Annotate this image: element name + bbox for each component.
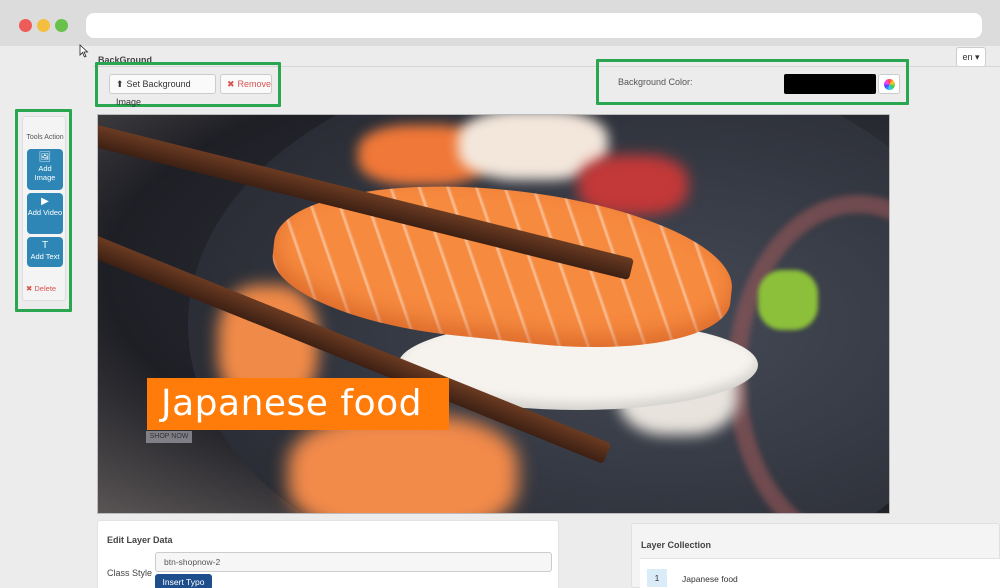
address-bar[interactable] [86, 13, 982, 38]
browser-titlebar [0, 0, 1000, 46]
minimize-window-button[interactable] [37, 19, 50, 32]
shop-now-layer[interactable]: SHOP NOW [146, 431, 192, 443]
layer-index: 1 [647, 569, 667, 587]
set-background-image-button[interactable]: ⬆ Set Background Image [109, 74, 216, 107]
layer-collection-title: Layer Collection [641, 540, 712, 550]
chevron-down-icon: ▾ [975, 52, 980, 62]
video-icon: ▶ [41, 196, 49, 207]
remove-background-label: Remove [237, 79, 272, 89]
class-style-label: Class Style [107, 568, 153, 578]
class-style-input[interactable]: btn-shopnow-2 [155, 552, 552, 572]
wasabi [758, 270, 818, 330]
edit-layer-panel: Edit Layer Data Class Style btn-shopnow-… [97, 520, 559, 588]
slide-canvas[interactable]: Japanese food SHOP NOW [97, 114, 890, 514]
x-icon: ✖ [227, 79, 235, 89]
caption-layer[interactable]: Japanese food [147, 378, 449, 430]
add-text-button[interactable]: T Add Text [27, 237, 63, 267]
upload-icon: ⬆ [116, 79, 124, 89]
background-color-label: Background Color: [618, 77, 693, 87]
tools-action-title: Tools Action [26, 134, 64, 141]
image-icon: 🖼 [38, 152, 52, 163]
maximize-window-button[interactable] [55, 19, 68, 32]
language-value: en [962, 52, 973, 62]
edit-layer-title: Edit Layer Data [107, 535, 173, 545]
color-wheel-icon [884, 79, 895, 90]
background-color-input[interactable] [784, 74, 876, 94]
tools-action-panel: Tools Action 🖼 Add Image ▶ Add Video T A… [22, 116, 66, 301]
add-video-label: Add Video [27, 208, 63, 217]
add-image-label: Add Image [34, 164, 56, 182]
color-picker-button[interactable] [878, 74, 900, 94]
layer-collection-panel: Layer Collection 1 Japanese food [631, 523, 1000, 588]
browser-window: BackGround en ▾ ⬆ Set Background Image ✖ R… [0, 0, 1000, 588]
language-dropdown[interactable]: en ▾ [956, 47, 986, 67]
add-text-label: Add Text [30, 252, 60, 261]
layer-item[interactable]: 1 Japanese food [640, 558, 1000, 588]
text-icon: T [41, 240, 49, 251]
delete-label: Delete [34, 284, 57, 293]
close-window-button[interactable] [19, 19, 32, 32]
insert-typo-button[interactable]: Insert Typo [155, 574, 212, 588]
layer-name: Japanese food [682, 574, 738, 584]
remove-background-button[interactable]: ✖ Remove [220, 74, 272, 94]
add-video-button[interactable]: ▶ Add Video [27, 193, 63, 234]
add-image-button[interactable]: 🖼 Add Image [27, 149, 63, 190]
x-icon: ✖ [26, 284, 33, 293]
slider-editor: BackGround en ▾ ⬆ Set Background Image ✖ R… [0, 46, 1000, 588]
delete-button[interactable]: ✖ Delete [26, 284, 56, 293]
